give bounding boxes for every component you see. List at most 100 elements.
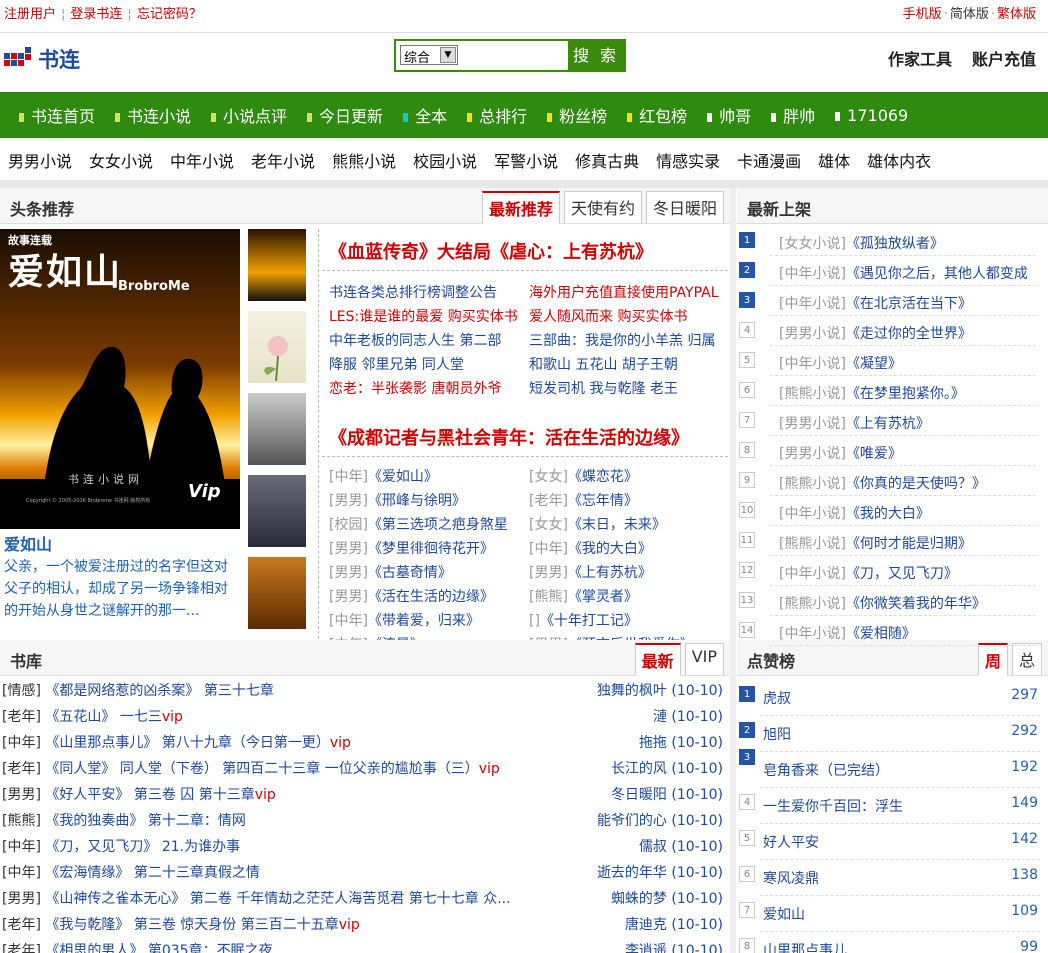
main-nav-item[interactable]: 全本 <box>392 103 456 127</box>
book-entry[interactable]: [男男]《上有苏杭》 <box>529 562 729 586</box>
tab-latest-recommend[interactable]: 最新推荐 <box>481 191 560 224</box>
new-shelf-item[interactable]: 13 [熊熊小说]《你微笑着我的年华》 <box>737 586 1048 616</box>
featured-book-desc[interactable]: 父亲，一个被爱注册过的名字但这对父子的相认，却成了另一场争锋相对的开始从身世之谜… <box>4 556 240 622</box>
new-shelf-item[interactable]: 2 [中年小说]《遇见你之后，其他人都变成 <box>737 256 1048 286</box>
book-name[interactable]: 《我与乾隆》 <box>45 917 129 933</box>
news-link[interactable]: 中年老板的同志人生 第二部 <box>329 330 529 354</box>
book-entry[interactable]: [男男]《古墓奇情》 <box>329 562 529 586</box>
book-thumbnail[interactable] <box>248 311 306 383</box>
likes-item[interactable]: 7 爱如山 109 <box>737 896 1048 932</box>
book-name[interactable]: 《山里那点事儿》 <box>45 735 157 751</box>
author-link[interactable]: 拖拖 <box>639 735 667 751</box>
new-shelf-item[interactable]: 4 [男男小说]《走过你的全世界》 <box>737 316 1048 346</box>
book-name[interactable]: 《宏海情缘》 <box>45 865 129 881</box>
new-shelf-item[interactable]: 11 [熊熊小说]《何时才能是归期》 <box>737 526 1048 556</box>
book-entry[interactable]: [男男]《活在生活的边缘》 <box>329 586 529 610</box>
book-entry[interactable]: [中年]《爱如山》 <box>329 466 529 490</box>
book-entry[interactable]: [女女]《蝶恋花》 <box>529 466 729 490</box>
main-nav-item[interactable]: 胖帅 <box>760 103 824 127</box>
main-nav-item[interactable]: 书连首页 <box>8 103 104 127</box>
category-nav-item[interactable]: 老年小说 <box>251 148 315 172</box>
category-nav-item[interactable]: 卡通漫画 <box>737 148 801 172</box>
main-nav-item[interactable]: 红包榜 <box>616 103 696 127</box>
tab-winter-sun[interactable]: 冬日暖阳 <box>645 191 724 224</box>
writer-tools-link[interactable]: 作家工具 <box>888 50 952 69</box>
chapter-link[interactable]: 第三卷 惊天身份 第三百二十五章 <box>134 917 339 933</box>
likes-item[interactable]: 8 山里那点事儿 99 <box>737 932 1048 953</box>
news-link[interactable]: 降服 邻里兄弟 同人堂 <box>329 354 529 378</box>
new-shelf-item[interactable]: 8 [男男小说]《唯爱》 <box>737 436 1048 466</box>
book-thumbnail[interactable] <box>248 393 306 465</box>
recharge-link[interactable]: 账户充值 <box>972 50 1036 69</box>
book-name[interactable]: 《山神传之雀本无心》 <box>45 891 185 907</box>
category-nav-item[interactable]: 男男小说 <box>8 148 72 172</box>
news-link[interactable]: 海外用户充值直接使用PAYPAL <box>529 282 729 306</box>
category-nav-item[interactable]: 校园小说 <box>413 148 477 172</box>
book-entry[interactable]: [校园]《第三选项之疤身煞星 <box>329 514 529 538</box>
search-button[interactable]: 搜 索 <box>568 41 624 70</box>
category-nav-item[interactable]: 雄体 <box>818 148 850 172</box>
main-nav-item[interactable]: 总排行 <box>456 103 536 127</box>
author-link[interactable]: 漣 <box>653 709 667 725</box>
author-link[interactable]: 唐迪克 <box>625 917 667 933</box>
author-link[interactable]: 冬日暖阳 <box>611 787 667 803</box>
book-name[interactable]: 《都是网络惹的凶杀案》 <box>45 683 199 699</box>
tab-library-latest[interactable]: 最新 <box>634 643 681 676</box>
book-entry[interactable]: []《十年打工记》 <box>529 610 729 634</box>
new-shelf-item[interactable]: 12 [中年小说]《刀，又见飞刀》 <box>737 556 1048 586</box>
likes-item[interactable]: 6 寒风凌鼎 138 <box>737 860 1048 896</box>
chapter-link[interactable]: 一七三 <box>120 709 162 725</box>
likes-item[interactable]: 4 一生爱你千百回：浮生 149 <box>737 788 1048 824</box>
book-name[interactable]: 《我的独奏曲》 <box>45 813 143 829</box>
search-category-select[interactable]: 综合 ▼ <box>400 45 458 66</box>
main-nav-item[interactable]: 粉丝榜 <box>536 103 616 127</box>
book-name[interactable]: 《相思的男人》 <box>45 943 143 953</box>
tab-angel-date[interactable]: 天使有约 <box>563 191 642 224</box>
tab-likes-total[interactable]: 总 <box>1011 643 1042 676</box>
author-link[interactable]: 能爷们的心 <box>597 813 667 829</box>
register-link[interactable]: 注册用户 <box>0 7 60 22</box>
traditional-version-link[interactable]: 繁体版 <box>997 7 1036 22</box>
chapter-link[interactable]: 第三十七章 <box>204 683 274 699</box>
featured-cover[interactable]: 故事连载 爱如山 BrobroMe 书连小说网 Vip Copyright © … <box>0 229 240 529</box>
login-link[interactable]: 登录书连 <box>66 7 126 22</box>
book-entry[interactable]: [男男]《梦里徘徊待花开》 <box>329 538 529 562</box>
tab-likes-week[interactable]: 周 <box>977 643 1008 676</box>
news-link[interactable]: 和歌山 五花山 胡子王朝 <box>529 354 729 378</box>
book-entry[interactable]: [熊熊]《掌灵者》 <box>529 586 729 610</box>
main-nav-item[interactable]: 小说点评 <box>200 103 296 127</box>
featured-book-title[interactable]: 爱如山 <box>4 531 52 555</box>
new-shelf-item[interactable]: 6 [熊熊小说]《在梦里抱紧你。》 <box>737 376 1048 406</box>
main-nav-item[interactable]: 今日更新 <box>296 103 392 127</box>
new-shelf-item[interactable]: 3 [中年小说]《在北京活在当下》 <box>737 286 1048 316</box>
category-nav-item[interactable]: 中年小说 <box>170 148 234 172</box>
book-name[interactable]: 《同人堂》 <box>45 761 115 777</box>
search-input[interactable] <box>462 43 566 69</box>
news-link[interactable]: 恋老：半张袭影 唐朝员外爷 <box>329 378 529 402</box>
category-nav-item[interactable]: 雄体内衣 <box>867 148 931 172</box>
news-link[interactable]: 爱人随风而来 购买实体书 <box>529 306 729 330</box>
author-link[interactable]: 逝去的年华 <box>597 865 667 881</box>
forgot-password-link[interactable]: 忘记密码？ <box>133 7 206 22</box>
new-shelf-item[interactable]: 10 [中年小说]《我的大白》 <box>737 496 1048 526</box>
new-shelf-item[interactable]: 1 [女女小说]《孤独放纵者》 <box>737 226 1048 256</box>
new-shelf-item[interactable]: 7 [男男小说]《上有苏杭》 <box>737 406 1048 436</box>
new-shelf-item[interactable]: 5 [中年小说]《凝望》 <box>737 346 1048 376</box>
chapter-link[interactable]: 第三卷 囚 第十三章 <box>134 787 255 803</box>
book-name[interactable]: 《刀，又见飞刀》 <box>45 839 157 855</box>
likes-item[interactable]: 3 皂角香来（已完结） 192 <box>737 749 1048 788</box>
mobile-version-link[interactable]: 手机版 <box>903 7 942 22</box>
chapter-link[interactable]: 第二十三章真假之情 <box>134 865 260 881</box>
author-link[interactable]: 独舞的枫叶 <box>597 683 667 699</box>
headline-primary[interactable]: 《血蓝传奇》大结局《虐心：上有苏杭》 <box>329 238 653 264</box>
chapter-link[interactable]: 第十二章：情网 <box>148 813 246 829</box>
book-entry[interactable]: [男男]《邢峰与徐明》 <box>329 490 529 514</box>
book-name[interactable]: 《好人平安》 <box>45 787 129 803</box>
news-link[interactable]: 三部曲：我是你的小羊羔 归属 <box>529 330 729 354</box>
chapter-link[interactable]: 同人堂（下卷） 第四百二十三章 一位父亲的尴尬事（三） <box>120 761 479 777</box>
chapter-link[interactable]: 第二卷 千年情劫之茫茫人海苦觅君 第七十七章 众... <box>190 891 511 907</box>
category-nav-item[interactable]: 修真古典 <box>575 148 639 172</box>
author-link[interactable]: 长江的风 <box>611 761 667 777</box>
author-link[interactable]: 李逍遥 <box>625 943 667 953</box>
site-logo[interactable]: 书连 <box>4 44 94 72</box>
